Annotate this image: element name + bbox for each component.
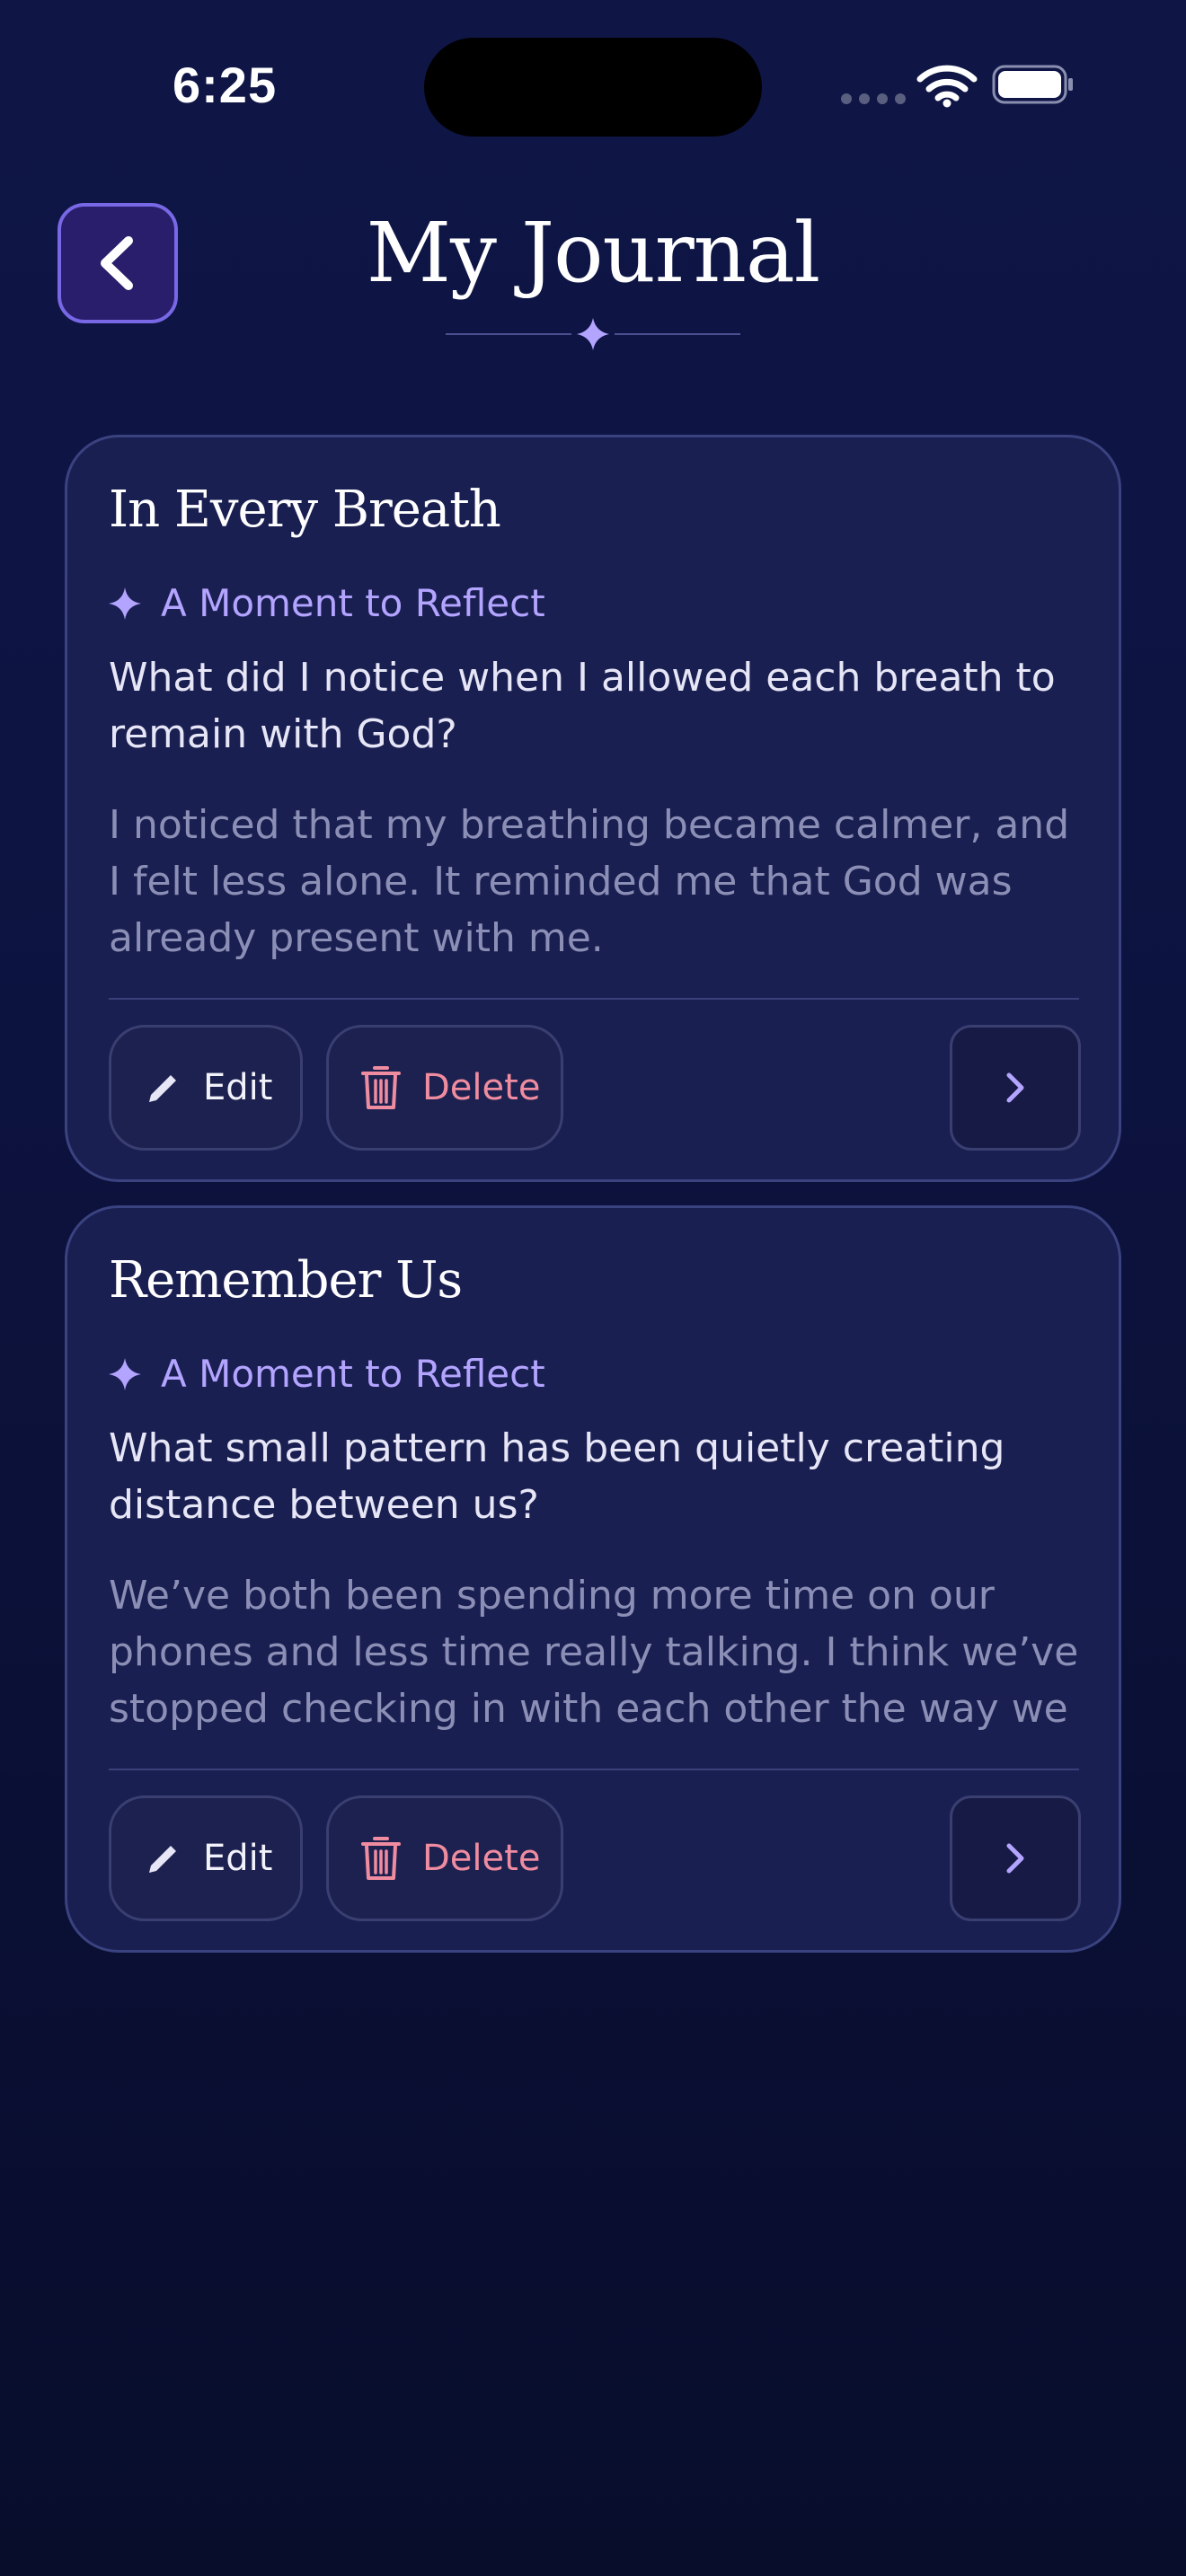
sparkle-icon	[109, 587, 141, 620]
delete-button[interactable]: Delete	[326, 1795, 563, 1921]
sparkle-icon	[109, 1357, 141, 1390]
title-divider	[446, 318, 740, 350]
pencil-icon	[149, 1846, 176, 1873]
entry-text: We’ve both been spending more time on ou…	[109, 1573, 1079, 1732]
delete-label: Delete	[422, 1067, 541, 1108]
page-title: My Journal	[366, 205, 820, 301]
edit-button[interactable]: Edit	[109, 1795, 303, 1921]
edit-button[interactable]: Edit	[109, 1025, 303, 1151]
reflect-label: A Moment to Reflect	[161, 581, 545, 625]
reflect-label: A Moment to Reflect	[161, 1352, 545, 1396]
chevron-right-icon	[1006, 1843, 1024, 1874]
cellular-signal-icon	[841, 93, 906, 104]
entry-title: Remember Us	[109, 1251, 463, 1310]
card-divider	[109, 1769, 1079, 1770]
delete-button[interactable]: Delete	[326, 1025, 563, 1151]
delete-label: Delete	[422, 1838, 541, 1879]
battery-icon	[992, 65, 1073, 104]
wifi-icon	[916, 65, 978, 108]
chevron-right-icon	[1006, 1072, 1024, 1103]
trash-icon	[361, 1837, 401, 1880]
trash-icon	[361, 1066, 401, 1109]
edit-label: Edit	[203, 1838, 273, 1879]
open-entry-button[interactable]	[950, 1795, 1081, 1921]
pencil-icon	[149, 1075, 176, 1102]
entry-title: In Every Breath	[109, 481, 501, 539]
journal-entry-card[interactable]: In Every Breath A Moment to Reflect What…	[65, 435, 1121, 1182]
card-divider	[109, 998, 1079, 1000]
reflection-prompt: What small pattern has been quietly crea…	[109, 1425, 1005, 1528]
edit-label: Edit	[203, 1067, 273, 1108]
reflection-prompt: What did I notice when I allowed each br…	[109, 655, 1056, 757]
status-time: 6:25	[173, 57, 278, 113]
journal-entry-card[interactable]: Remember Us A Moment to Reflect What sma…	[65, 1205, 1121, 1953]
open-entry-button[interactable]	[950, 1025, 1081, 1151]
reflect-section-header: A Moment to Reflect	[109, 581, 545, 625]
entry-text: I noticed that my breathing became calme…	[109, 802, 1070, 961]
dynamic-island	[424, 38, 762, 137]
reflect-section-header: A Moment to Reflect	[109, 1352, 545, 1396]
status-bar: 6:25	[0, 0, 1186, 162]
